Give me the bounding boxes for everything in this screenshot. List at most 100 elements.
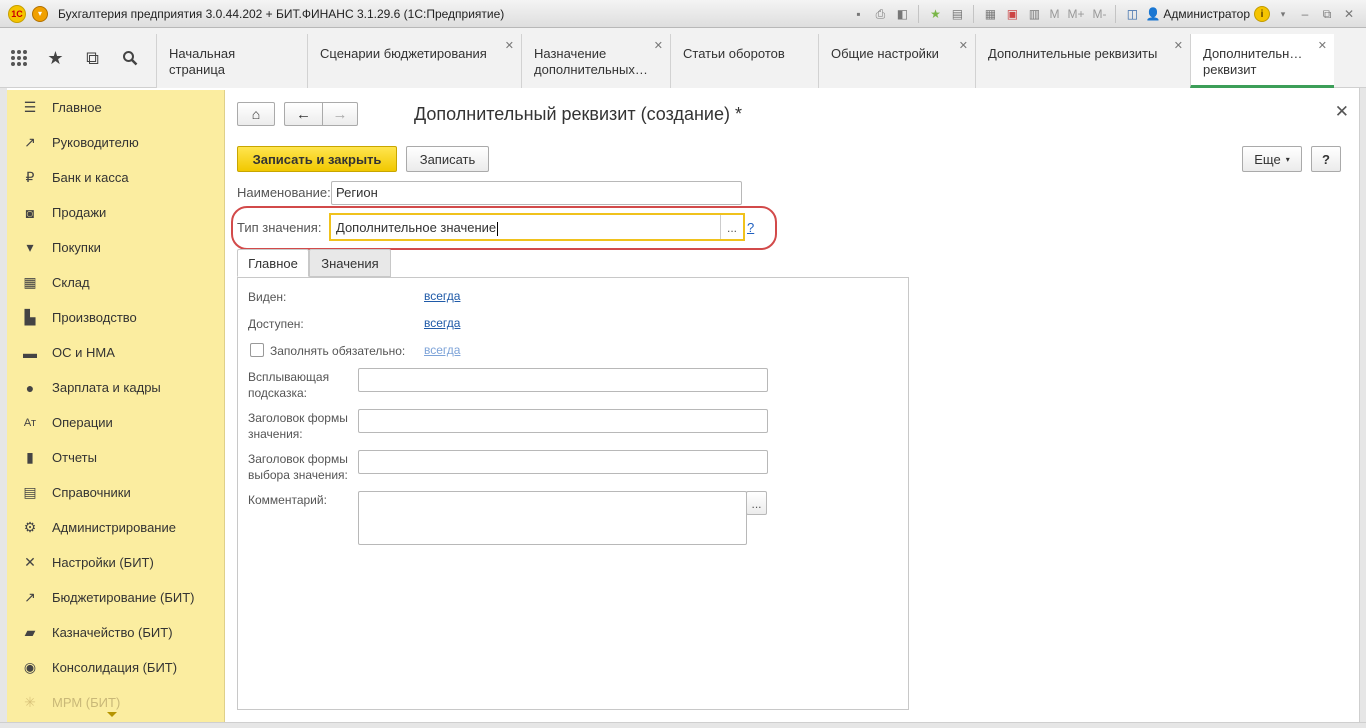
history-icon[interactable]: ⧉ bbox=[74, 28, 111, 88]
toolbar-separator bbox=[973, 5, 975, 23]
back-button[interactable]: ← bbox=[284, 102, 322, 126]
select-dots-button[interactable]: ... bbox=[720, 215, 743, 239]
value-form-title-field[interactable] bbox=[358, 409, 768, 433]
close-form-icon[interactable]: ✕ bbox=[1335, 102, 1349, 122]
sidebar-item-label: Покупки bbox=[52, 240, 101, 255]
memory-m-button[interactable]: M bbox=[1047, 5, 1061, 23]
dropdown-icon[interactable]: ▾ bbox=[1274, 5, 1292, 23]
memory-minus-button[interactable]: M- bbox=[1090, 5, 1108, 23]
sidebar-item-treasury[interactable]: ▰ Казначейство (БИТ) bbox=[7, 615, 224, 650]
tab-close-icon[interactable]: ✕ bbox=[654, 38, 663, 54]
tab-label: Сценарии бюджетирования bbox=[320, 46, 487, 61]
save-icon[interactable]: ▪ bbox=[849, 5, 867, 23]
chevron-down-icon: ▾ bbox=[1285, 154, 1290, 164]
tooltip-label: Всплывающая подсказка: bbox=[248, 370, 330, 400]
forward-button[interactable]: → bbox=[322, 102, 358, 126]
tab-home-page[interactable]: Начальная страница bbox=[156, 34, 307, 88]
home-button[interactable]: ⌂ bbox=[237, 102, 275, 126]
sidebar-item-sales[interactable]: ◙ Продажи bbox=[7, 195, 224, 230]
save-and-close-button[interactable]: Записать и закрыть bbox=[237, 146, 397, 172]
tab-close-icon[interactable]: ✕ bbox=[505, 38, 514, 54]
tab-label: Дополнительн… реквизит bbox=[1203, 46, 1303, 77]
sidebar-item-salary[interactable]: ● Зарплата и кадры bbox=[7, 370, 224, 405]
sidebar-item-manager[interactable]: ↗ Руководителю bbox=[7, 125, 224, 160]
info-icon[interactable]: i bbox=[1254, 6, 1270, 22]
memory-plus-button[interactable]: M+ bbox=[1065, 5, 1086, 23]
sidebar-item-label: Зарплата и кадры bbox=[52, 380, 161, 395]
value-type-field[interactable]: Дополнительное значение ... bbox=[329, 213, 745, 241]
comment-field[interactable] bbox=[358, 491, 747, 545]
clipboard-icon[interactable]: ▥ bbox=[1025, 5, 1043, 23]
window-frame-right bbox=[1359, 88, 1366, 728]
type-label: Тип значения: bbox=[237, 220, 322, 235]
bar-chart-icon: ▮ bbox=[26, 449, 34, 465]
close-window-icon[interactable]: ✕ bbox=[1340, 5, 1358, 23]
tab-main[interactable]: Главное bbox=[237, 249, 309, 277]
name-field[interactable]: Регион bbox=[331, 181, 742, 205]
visible-link[interactable]: всегда bbox=[424, 289, 460, 303]
sidebar-item-directories[interactable]: ▤ Справочники bbox=[7, 475, 224, 510]
required-label: Заполнять обязательно: bbox=[270, 344, 406, 358]
tab-budget-scenarios[interactable]: Сценарии бюджетирования ✕ bbox=[307, 34, 521, 88]
sidebar-item-label: МРМ (БИТ) bbox=[52, 695, 121, 710]
tab-close-icon[interactable]: ✕ bbox=[1318, 38, 1327, 54]
comment-dots-button[interactable]: ... bbox=[746, 491, 767, 515]
save-button[interactable]: Записать bbox=[406, 146, 489, 172]
tab-close-icon[interactable]: ✕ bbox=[959, 38, 968, 54]
sidebar-item-bank[interactable]: ₽ Банк и касса bbox=[7, 160, 224, 195]
tab-close-icon[interactable]: ✕ bbox=[1174, 38, 1183, 54]
sidebar-item-reports[interactable]: ▮ Отчеты bbox=[7, 440, 224, 475]
tab-general-settings[interactable]: Общие настройки ✕ bbox=[818, 34, 975, 88]
trend-icon: ↗ bbox=[24, 134, 36, 150]
required-checkbox[interactable] bbox=[250, 343, 264, 357]
restore-icon[interactable]: ⧉ bbox=[1318, 5, 1336, 23]
current-user[interactable]: 👤 Администратор bbox=[1145, 7, 1250, 21]
choice-form-title-field[interactable] bbox=[358, 450, 768, 474]
growth-icon: ↗ bbox=[24, 589, 36, 605]
sidebar-item-production[interactable]: ▙ Производство bbox=[7, 300, 224, 335]
calculator-icon[interactable]: ▦ bbox=[981, 5, 999, 23]
type-help-link[interactable]: ? bbox=[747, 220, 754, 235]
sidebar-item-administration[interactable]: ⚙ Администрирование bbox=[7, 510, 224, 545]
print-icon[interactable]: ⎙ bbox=[871, 5, 889, 23]
favorites-star-icon[interactable]: ★ bbox=[37, 28, 74, 88]
tab-label: Статьи оборотов bbox=[683, 46, 785, 61]
tooltip-field[interactable] bbox=[358, 368, 768, 392]
apps-grid-icon[interactable] bbox=[0, 28, 37, 88]
sidebar-item-main[interactable]: ☰ Главное bbox=[7, 90, 224, 125]
sidebar-item-operations[interactable]: Ат Операции bbox=[7, 405, 224, 440]
sidebar-item-purchases[interactable]: ▾ Покупки bbox=[7, 230, 224, 265]
calendar-icon[interactable]: ▣ bbox=[1003, 5, 1021, 23]
links-icon[interactable]: ▤ bbox=[948, 5, 966, 23]
toolbar-separator bbox=[918, 5, 920, 23]
sidebar-item-consolidation[interactable]: ◉ Консолидация (БИТ) bbox=[7, 650, 224, 685]
scroll-more-icon[interactable] bbox=[107, 712, 117, 717]
tab-values[interactable]: Значения bbox=[309, 249, 391, 277]
preview-icon[interactable]: ◧ bbox=[893, 5, 911, 23]
minimize-icon[interactable]: – bbox=[1296, 5, 1314, 23]
value-type-text: Дополнительное значение bbox=[336, 220, 499, 236]
favorite-icon[interactable]: ★ bbox=[926, 5, 944, 23]
name-label: Наименование: bbox=[237, 185, 331, 200]
more-button[interactable]: Еще ▾ bbox=[1242, 146, 1302, 172]
sidebar-item-label: Отчеты bbox=[52, 450, 97, 465]
help-button[interactable]: ? bbox=[1311, 146, 1341, 172]
search-icon[interactable] bbox=[111, 28, 148, 88]
tab-turnover-items[interactable]: Статьи оборотов bbox=[670, 34, 818, 88]
window-frame-bottom bbox=[0, 722, 1366, 728]
main-menu-icon[interactable]: ▾ bbox=[32, 5, 48, 22]
sidebar-item-fixed-assets[interactable]: ▬ ОС и НМА bbox=[7, 335, 224, 370]
enabled-link[interactable]: всегда bbox=[424, 316, 460, 330]
titlebar-tools: ▪ ⎙ ◧ ★ ▤ ▦ ▣ ▥ M M+ M- ◫ 👤 Администрато… bbox=[849, 0, 1366, 28]
sidebar-item-bit-settings[interactable]: ✕ Настройки (БИТ) bbox=[7, 545, 224, 580]
required-link[interactable]: всегда bbox=[424, 343, 460, 357]
tab-additional-attributes[interactable]: Дополнительные реквизиты ✕ bbox=[975, 34, 1190, 88]
tab-additional-attribute[interactable]: Дополнительн… реквизит ✕ bbox=[1190, 34, 1334, 88]
app-logo-icon[interactable]: 1С bbox=[8, 4, 26, 23]
tab-additional-assignment[interactable]: Назначение дополнительных… ✕ bbox=[521, 34, 670, 88]
warehouse-icon: ▦ bbox=[23, 274, 37, 290]
sidebar-item-budgeting[interactable]: ↗ Бюджетирование (БИТ) bbox=[7, 580, 224, 615]
panel-layout-icon[interactable]: ◫ bbox=[1123, 5, 1141, 23]
truck-icon: ▬ bbox=[23, 344, 37, 361]
sidebar-item-warehouse[interactable]: ▦ Склад bbox=[7, 265, 224, 300]
